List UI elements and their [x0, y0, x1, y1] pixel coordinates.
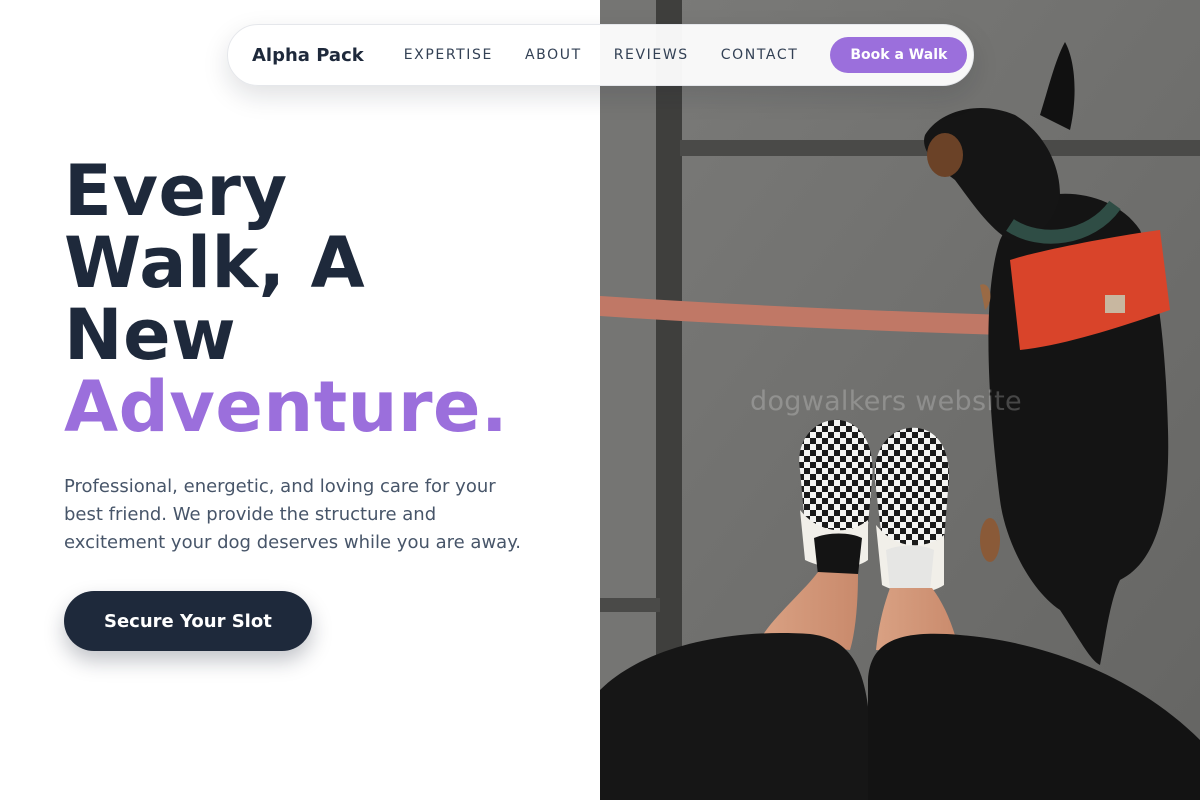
headline-line-3: New: [64, 294, 237, 376]
secure-your-slot-button[interactable]: Secure Your Slot: [64, 591, 312, 651]
headline-line-1: Every: [64, 150, 288, 232]
nav-link-reviews[interactable]: REVIEWS: [614, 47, 689, 63]
book-a-walk-button[interactable]: Book a Walk: [830, 37, 968, 73]
nav-link-expertise[interactable]: EXPERTISE: [404, 47, 493, 63]
hero-section: Every Walk, A New Adventure. Professiona…: [64, 155, 584, 651]
headline-accent: Adventure.: [64, 366, 509, 448]
hero-photo: dogwalkers website: [600, 0, 1200, 800]
hero-headline: Every Walk, A New Adventure.: [64, 155, 584, 443]
headline-line-2: Walk, A: [64, 222, 366, 304]
brand-logo[interactable]: Alpha Pack: [252, 45, 364, 66]
hero-subtitle: Professional, energetic, and loving care…: [64, 476, 522, 553]
top-navigation: Alpha Pack EXPERTISE ABOUT REVIEWS CONTA…: [227, 24, 974, 86]
nav-link-contact[interactable]: CONTACT: [721, 47, 799, 63]
watermark-text: dogwalkers website: [750, 386, 1022, 417]
nav-link-about[interactable]: ABOUT: [525, 47, 582, 63]
